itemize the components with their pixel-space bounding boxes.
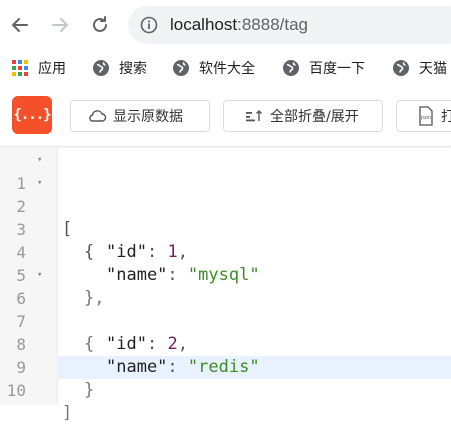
collapse-expand-icon [246,110,262,122]
reload-button[interactable] [88,13,112,37]
code-line: 9 } [0,333,451,400]
code-line: 5 }, [0,241,451,308]
json-viewer-toolbar: {...} 显示原数据 全部折叠/展开 json 打 [0,86,451,147]
code-line: 10 ] [0,356,451,423]
json-viewer-logo[interactable]: {...} [12,96,52,134]
show-raw-label: 显示原数据 [113,109,183,125]
bookmark-search[interactable]: 搜索 [92,56,147,80]
url-field[interactable]: localhost:8888/tag [128,6,451,44]
print-button[interactable]: json 打 [396,100,451,132]
url-port: :8888 [237,15,280,34]
json-code-viewer[interactable]: 1 ▾ [ 2 ▾ { 3 "id": 1, 4 "name": "mysql"… [0,148,451,423]
reload-icon [93,16,107,32]
cloud-icon [89,110,107,122]
line-number: 10 [6,381,26,400]
svg-text:json: json [420,115,431,121]
arrow-right-icon [52,18,68,32]
collapse-all-label: 全部折叠/展开 [270,109,359,125]
code-line: 6 ▾ { [0,264,451,354]
bookmark-label: 应用 [38,61,66,77]
back-button[interactable] [8,13,32,37]
bracket: ] [62,403,73,423]
bookmark-label: 软件大全 [199,61,255,77]
bookmark-baidu[interactable]: 百度一下 [282,56,365,80]
bookmark-label: 搜索 [119,61,147,77]
browser-address-bar: localhost:8888/tag [0,0,451,50]
bookmark-label: 百度一下 [309,61,365,77]
bookmarks-bar: 应用 搜索 软件大全 百度一下 天猫 [0,50,451,86]
bookmark-software[interactable]: 软件大全 [172,56,255,80]
code-line: 4 "name": "mysql" [0,218,451,285]
brace: } [84,380,95,400]
code-line: 8 "name": "redis" [0,310,451,377]
code-line: 3 "id": 1, [0,195,451,262]
show-raw-button[interactable]: 显示原数据 [70,100,210,132]
globe-icon [93,60,109,76]
code-line: 7 "id": 2, [0,287,451,354]
bookmark-tmall[interactable]: 天猫 [392,56,447,80]
fold-toggle-icon[interactable]: ▾ [37,149,42,172]
globe-icon [393,60,409,76]
url-host: localhost [170,15,238,34]
bookmark-apps[interactable]: 应用 [12,56,66,80]
bookmark-label: 天猫 [419,61,447,77]
globe-icon [283,60,299,76]
code-text: ] [62,402,72,425]
collapse-all-button[interactable]: 全部折叠/展开 [223,100,383,132]
json-file-icon: json [419,106,433,126]
info-icon[interactable] [140,16,158,34]
url-text: localhost:8888/tag [170,15,308,35]
url-path: /tag [279,15,309,34]
fold-toggle-icon[interactable]: ▾ [37,172,42,195]
apps-grid-icon [12,60,28,76]
forward-button[interactable] [48,13,72,37]
fold-toggle-icon[interactable]: ▾ [37,264,42,287]
code-line: 1 ▾ [ [0,149,451,239]
code-line: 2 ▾ { [0,172,451,262]
arrow-left-icon [12,18,28,32]
globe-icon [173,60,189,76]
code-text: } [84,379,94,402]
print-label: 打 [441,109,451,125]
